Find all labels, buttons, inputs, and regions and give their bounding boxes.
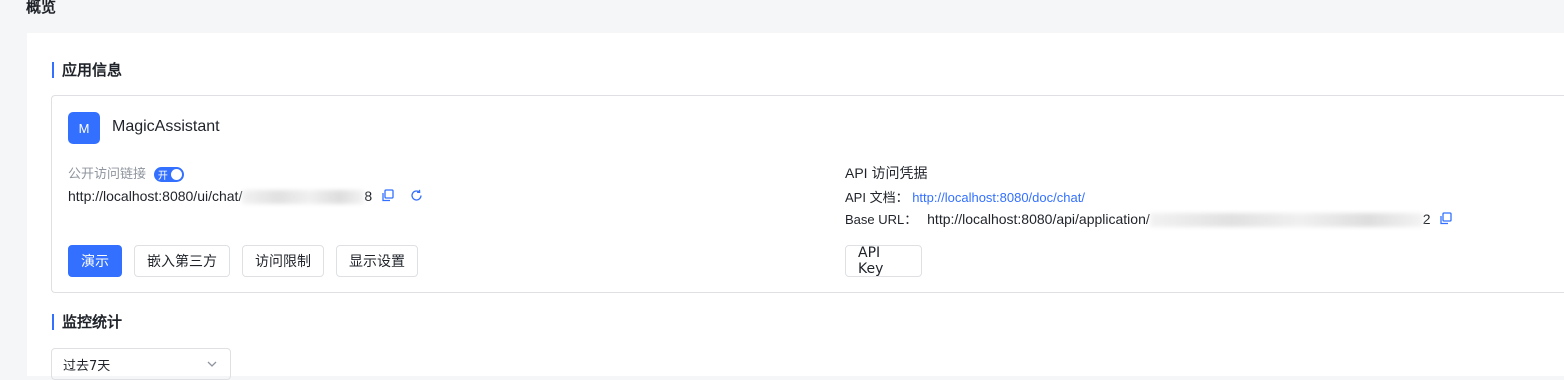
- toggle-knob: [170, 168, 182, 180]
- monitor-section-title: 监控统计: [52, 313, 122, 331]
- time-range-select[interactable]: 过去7天: [51, 348, 231, 380]
- api-credentials-label: API 访问凭据: [845, 165, 928, 181]
- api-doc-link[interactable]: http://localhost:8080/doc/chat/: [912, 190, 1085, 205]
- redacted-token: [1149, 213, 1423, 228]
- display-settings-button[interactable]: 显示设置: [336, 245, 418, 277]
- redacted-token: [242, 190, 365, 205]
- api-doc-label: API 文档：: [845, 190, 909, 205]
- app-info-section-title: 应用信息: [52, 61, 122, 79]
- main-panel: 应用信息 M MagicAssistant 公开访问链接 开 http://lo…: [27, 33, 1564, 380]
- public-link-label: 公开访问链接: [68, 166, 147, 181]
- embed-third-party-button[interactable]: 嵌入第三方: [134, 245, 230, 277]
- toggle-label: 开: [157, 170, 168, 182]
- app-avatar: M: [68, 112, 100, 144]
- chevron-down-icon: [206, 358, 218, 374]
- copy-icon[interactable]: [381, 189, 394, 205]
- access-limit-button[interactable]: 访问限制: [242, 245, 324, 277]
- copy-icon[interactable]: [1439, 212, 1453, 228]
- public-link-toggle[interactable]: 开: [153, 166, 184, 182]
- base-url-row: Base URL： http://localhost:8080/api/appl…: [845, 209, 1453, 228]
- public-link-url-end: 8: [364, 188, 373, 204]
- base-url-label: Base URL：: [845, 212, 918, 227]
- time-range-value: 过去7天: [63, 358, 111, 374]
- refresh-icon[interactable]: [410, 189, 423, 205]
- public-link-row: http://localhost:8080/ui/chat/8: [68, 188, 423, 205]
- base-url-value-end: 2: [1422, 211, 1431, 227]
- app-info-card: M MagicAssistant 公开访问链接 开 http://localho…: [51, 95, 1564, 293]
- api-doc-row: API 文档： http://localhost:8080/doc/chat/: [845, 187, 1085, 206]
- demo-button[interactable]: 演示: [68, 245, 122, 277]
- api-key-button[interactable]: API Key: [845, 245, 922, 277]
- base-url-value: http://localhost:8080/api/application/: [927, 211, 1150, 227]
- page-title: 概览: [26, 0, 57, 16]
- public-link-label-row: 公开访问链接 开: [68, 163, 184, 182]
- public-link-url: http://localhost:8080/ui/chat/: [68, 188, 243, 204]
- app-name: MagicAssistant: [112, 118, 220, 135]
